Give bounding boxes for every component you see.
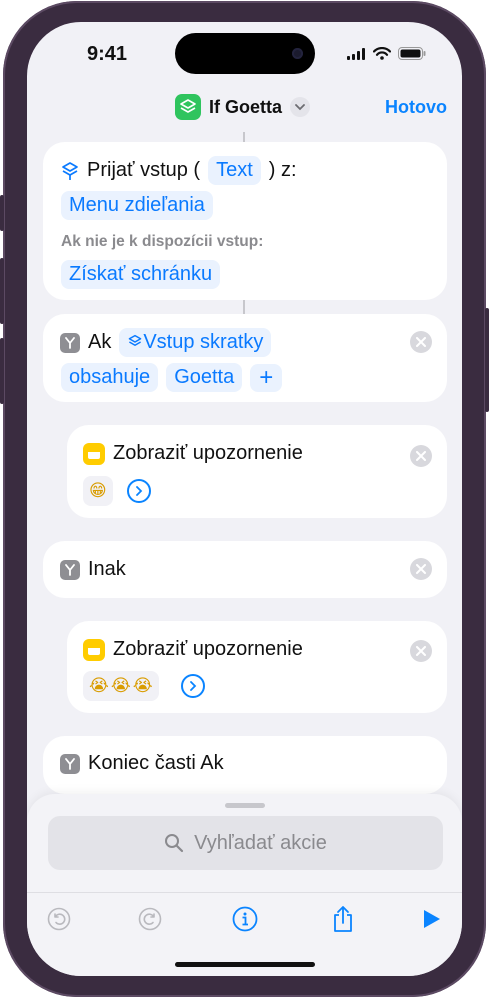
share-button[interactable] xyxy=(329,905,357,933)
fallback-label: Ak nie je k dispozícii vstup: xyxy=(61,233,264,250)
shortcut-input-label: Vstup skratky xyxy=(143,331,264,353)
search-input[interactable]: Vyhľadať akcie xyxy=(48,816,443,870)
status-bar: 9:41 xyxy=(27,22,462,82)
alert-message-chip[interactable]: 😭 😭 😭 xyxy=(83,671,159,701)
receive-input-suffix: ) z: xyxy=(268,159,297,181)
nav-bar: If Goetta Hotovo xyxy=(27,88,462,128)
expand-options-button[interactable] xyxy=(126,479,151,503)
alert-icon xyxy=(83,442,105,465)
alert-message-row: 😭 😭 😭 xyxy=(83,671,205,701)
otherwise-label: Inak xyxy=(88,558,126,580)
shortcuts-app-icon xyxy=(175,94,201,120)
chevron-right-icon xyxy=(189,681,196,691)
side-button xyxy=(485,308,489,412)
if-action[interactable]: Ak Vstup skratky obsahuje Goetta + xyxy=(43,314,447,402)
search-icon xyxy=(165,834,184,853)
fallback-row: Získať schránku xyxy=(61,260,221,289)
add-condition-button[interactable]: + xyxy=(250,363,283,392)
alert-row: Zobraziť upozornenie xyxy=(83,638,303,661)
branch-icon xyxy=(60,559,80,580)
receive-input-row: Prijať vstup ( Text ) z: xyxy=(61,156,297,185)
sheet-grabber[interactable] xyxy=(225,803,265,808)
flow-connector xyxy=(243,300,245,314)
info-button[interactable] xyxy=(231,905,259,933)
status-time: 9:41 xyxy=(87,43,128,65)
expand-options-button[interactable] xyxy=(180,674,205,698)
close-icon xyxy=(416,337,426,347)
close-icon xyxy=(416,646,426,656)
screen: 9:41 If Goetta Hotovo Prijať vstup (Tex… xyxy=(27,22,462,976)
close-icon xyxy=(416,564,426,574)
remove-action-button[interactable] xyxy=(410,640,432,662)
shortcut-input-icon xyxy=(129,334,142,346)
receive-input-label: Prijať vstup ( xyxy=(87,159,201,181)
battery-icon xyxy=(398,47,426,60)
dynamic-island xyxy=(175,33,315,74)
status-icons xyxy=(347,47,426,60)
undo-button[interactable] xyxy=(45,905,73,933)
value-chip[interactable]: Goetta xyxy=(166,363,243,392)
shortcut-title: If Goetta xyxy=(209,96,283,117)
input-source-chip[interactable]: Menu zdieľania xyxy=(61,191,213,220)
show-alert-action[interactable]: Zobraziť upozornenie 😁 xyxy=(67,425,447,518)
alert-label: Zobraziť upozornenie xyxy=(113,638,303,660)
fallback-label-row: Ak nie je k dispozícii vstup: xyxy=(61,233,263,251)
wifi-icon xyxy=(373,47,391,60)
alert-row: Zobraziť upozornenie xyxy=(83,442,303,465)
if-row: Ak Vstup skratky xyxy=(60,328,272,357)
alert-icon xyxy=(83,638,105,661)
share-icon xyxy=(334,906,352,932)
if-label: Ak xyxy=(88,331,112,353)
play-icon xyxy=(424,910,440,928)
editor-toolbar xyxy=(27,892,462,936)
condition-row: obsahuje Goetta + xyxy=(61,363,283,392)
alert-message-chip[interactable]: 😁 xyxy=(83,476,113,506)
remove-action-button[interactable] xyxy=(410,558,432,580)
chevron-down-icon xyxy=(290,97,311,117)
flow-connector xyxy=(243,132,245,142)
done-button[interactable]: Hotovo xyxy=(385,97,447,118)
loudly-crying-face-emoji: 😭 xyxy=(132,676,153,696)
fallback-action-chip[interactable]: Získať schránku xyxy=(61,260,221,289)
condition-chip[interactable]: obsahuje xyxy=(61,363,159,392)
redo-button[interactable] xyxy=(136,905,164,933)
branch-icon xyxy=(60,753,80,774)
grinning-face-emoji: 😁 xyxy=(89,481,107,501)
info-icon xyxy=(232,906,258,932)
close-icon xyxy=(416,451,426,461)
undo-icon xyxy=(47,907,71,931)
chevron-right-icon xyxy=(135,486,143,496)
remove-action-button[interactable] xyxy=(410,331,432,353)
loudly-crying-face-emoji: 😭 xyxy=(89,676,109,696)
actions-sheet: Vyhľadať akcie xyxy=(27,794,462,976)
receive-input-action[interactable]: Prijať vstup ( Text ) z: Menu zdieľania … xyxy=(43,142,447,300)
camera-icon xyxy=(292,48,303,59)
volume-down-button xyxy=(0,338,4,404)
run-button[interactable] xyxy=(417,905,445,933)
shortcut-input-icon xyxy=(62,161,78,180)
end-if-label: Koniec časti Ak xyxy=(88,752,224,774)
source-row: Menu zdieľania xyxy=(61,191,213,220)
loudly-crying-face-emoji: 😭 xyxy=(110,676,131,696)
search-placeholder: Vyhľadať akcie xyxy=(194,831,327,854)
cellular-signal-icon xyxy=(347,47,365,60)
alert-message-row: 😁 xyxy=(83,476,151,506)
home-indicator[interactable] xyxy=(175,962,315,967)
otherwise-action[interactable]: Inak xyxy=(43,541,447,598)
input-type-chip[interactable]: Text xyxy=(208,156,261,185)
end-if-action[interactable]: Koniec časti Ak xyxy=(43,736,447,794)
remove-action-button[interactable] xyxy=(410,445,432,467)
otherwise-row: Inak xyxy=(60,558,126,581)
branch-icon xyxy=(60,332,80,353)
action-button xyxy=(0,195,4,231)
show-alert-action[interactable]: Zobraziť upozornenie 😭 😭 😭 xyxy=(67,621,447,713)
alert-label: Zobraziť upozornenie xyxy=(113,442,303,464)
shortcut-input-chip[interactable]: Vstup skratky xyxy=(119,328,272,357)
end-if-row: Koniec časti Ak xyxy=(60,752,224,775)
redo-icon xyxy=(138,907,162,931)
volume-up-button xyxy=(0,258,4,324)
shortcut-title-button[interactable]: If Goetta xyxy=(175,94,311,120)
